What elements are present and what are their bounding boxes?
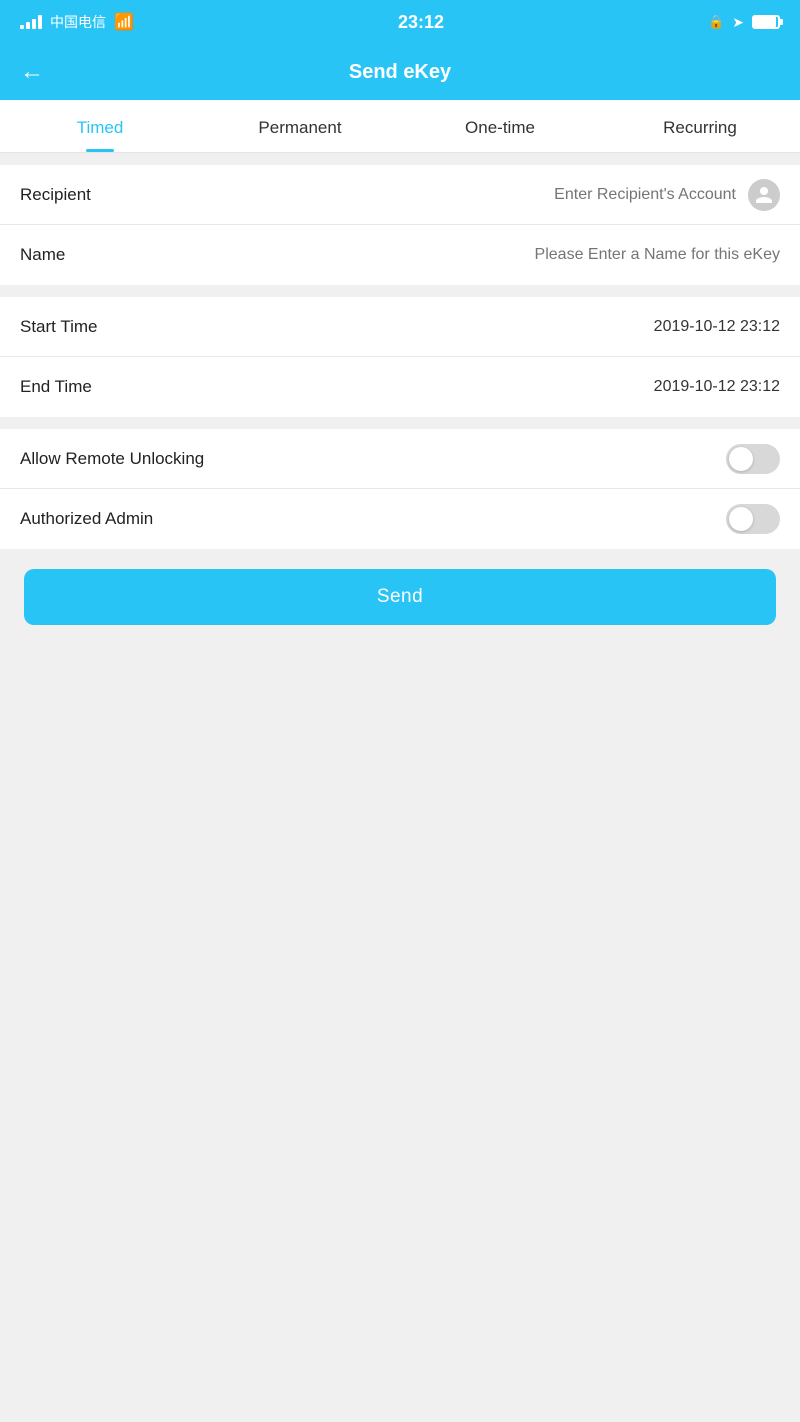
recipient-name-section: Recipient Name <box>0 165 800 285</box>
tab-timed[interactable]: Timed <box>0 100 200 152</box>
section-gap-3 <box>0 417 800 429</box>
recipient-label: Recipient <box>20 185 160 205</box>
tab-one-time-label: One-time <box>465 118 535 138</box>
tab-one-time[interactable]: One-time <box>400 100 600 152</box>
authorized-admin-label: Authorized Admin <box>20 509 160 529</box>
remote-unlocking-toggle[interactable] <box>726 444 780 474</box>
page-background <box>0 645 800 1045</box>
location-icon: ➤ <box>732 14 744 31</box>
end-time-row[interactable]: End Time 2019-10-12 23:12 <box>0 357 800 417</box>
start-time-row[interactable]: Start Time 2019-10-12 23:12 <box>0 297 800 357</box>
status-bar: 中国电信 📶 23:12 🔒 ➤ <box>0 0 800 44</box>
status-time: 23:12 <box>398 12 444 33</box>
name-row: Name <box>0 225 800 285</box>
status-bar-right: 🔒 ➤ <box>708 14 780 31</box>
remote-unlocking-knob <box>729 447 753 471</box>
back-arrow-icon: ← <box>20 58 44 86</box>
start-time-value: 2019-10-12 23:12 <box>160 318 780 336</box>
battery-icon <box>752 15 780 29</box>
tabs-bar: Timed Permanent One-time Recurring <box>0 100 800 153</box>
page-title: Send eKey <box>349 61 451 84</box>
wifi-icon: 📶 <box>114 12 134 32</box>
send-section: Send <box>0 549 800 645</box>
lock-icon: 🔒 <box>708 14 724 30</box>
name-label: Name <box>20 245 160 265</box>
section-gap-2 <box>0 285 800 297</box>
name-input[interactable] <box>160 246 780 264</box>
end-time-value: 2019-10-12 23:12 <box>160 378 780 396</box>
end-time-label: End Time <box>20 377 160 397</box>
start-time-label: Start Time <box>20 317 160 337</box>
toggle-section: Allow Remote Unlocking Authorized Admin <box>0 429 800 549</box>
section-gap-1 <box>0 153 800 165</box>
tab-timed-label: Timed <box>77 118 124 138</box>
back-button[interactable]: ← <box>20 58 44 86</box>
authorized-admin-toggle[interactable] <box>726 504 780 534</box>
tab-permanent-label: Permanent <box>258 118 341 138</box>
tab-active-indicator <box>86 149 114 152</box>
recipient-input[interactable] <box>160 186 736 204</box>
remote-unlocking-label: Allow Remote Unlocking <box>20 449 204 469</box>
tab-permanent[interactable]: Permanent <box>200 100 400 152</box>
signal-icon <box>20 15 42 29</box>
send-button[interactable]: Send <box>24 569 776 625</box>
carrier-label: 中国电信 <box>50 12 106 32</box>
remote-unlocking-row: Allow Remote Unlocking <box>0 429 800 489</box>
time-section: Start Time 2019-10-12 23:12 End Time 201… <box>0 297 800 417</box>
tab-recurring-label: Recurring <box>663 118 737 138</box>
authorized-admin-row: Authorized Admin <box>0 489 800 549</box>
authorized-admin-knob <box>729 507 753 531</box>
status-bar-left: 中国电信 📶 <box>20 12 134 32</box>
person-icon <box>754 185 774 205</box>
header: ← Send eKey <box>0 44 800 100</box>
recipient-row: Recipient <box>0 165 800 225</box>
tab-recurring[interactable]: Recurring <box>600 100 800 152</box>
recipient-contact-icon[interactable] <box>748 179 780 211</box>
